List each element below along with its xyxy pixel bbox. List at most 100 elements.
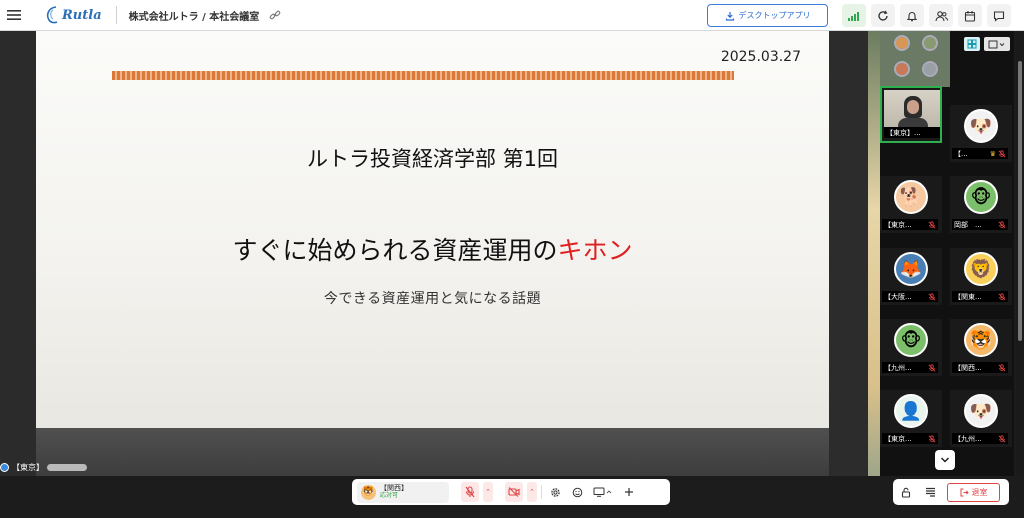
users-icon[interactable] xyxy=(929,4,953,27)
slide-subtitle: 今できる資産運用と気になる話題 xyxy=(323,291,542,307)
meeting-window: Rutla 株式会社ルトラ / 本社会議室 デスクトップアプリ 2025.03.… xyxy=(0,0,1024,518)
participant-tile[interactable]: 🐵 【九州... xyxy=(880,319,942,376)
participant-tile[interactable]: 【東京】... xyxy=(880,86,942,143)
host-crown-icon: ♛ xyxy=(989,149,996,158)
self-view-label: 【東京】 xyxy=(0,462,87,473)
participant-avatar: 👤 xyxy=(894,394,928,428)
office-minimap[interactable] xyxy=(880,31,950,87)
main-stage: 2025.03.27 ルトラ投資経済学部 第1回 すぐに始められる資産運用のキホ… xyxy=(0,31,868,476)
participant-avatar: 🐕 xyxy=(894,180,928,214)
participant-name-bar: 【関西... xyxy=(952,362,1008,373)
lock-icon[interactable] xyxy=(897,482,915,502)
rutla-logo-mark-icon xyxy=(46,6,58,24)
participant-name: 【東京】... xyxy=(886,128,921,137)
list-menu-icon[interactable] xyxy=(921,482,939,502)
desktop-app-button[interactable]: デスクトップアプリ xyxy=(707,4,828,27)
camera-off-icon[interactable] xyxy=(505,482,523,502)
participant-tile[interactable]: 🐶 【九州... xyxy=(950,390,1012,447)
participant-name-bar: 【九州... xyxy=(952,433,1008,444)
participant-tile[interactable]: 🦊 【大阪... xyxy=(880,248,942,305)
self-view-name: 【東京】 xyxy=(12,463,44,472)
link-icon[interactable] xyxy=(269,9,281,21)
chevron-down-icon[interactable] xyxy=(935,450,955,470)
mic-off-icon xyxy=(928,434,936,442)
leave-room-label: 退室 xyxy=(971,487,988,497)
calendar-icon[interactable] xyxy=(958,4,982,27)
my-status: 応対可 xyxy=(380,492,399,499)
rutla-logo: Rutla xyxy=(44,0,102,31)
screen-share-icon[interactable] xyxy=(590,482,616,502)
mic-off-icon xyxy=(998,434,1006,442)
scrollbar-thumb[interactable] xyxy=(1018,61,1022,341)
participant-name: 【東京... xyxy=(884,220,912,229)
participant-name: 【九州... xyxy=(884,363,912,372)
toolbar-icons xyxy=(842,4,1011,27)
grid-view-icon[interactable] xyxy=(964,37,980,51)
participant-name-bar: 岡部 ... xyxy=(952,219,1008,230)
slide-date: 2025.03.27 xyxy=(720,49,801,65)
participant-name: 【関西... xyxy=(954,363,982,372)
self-status-dot xyxy=(0,463,9,472)
bell-icon[interactable] xyxy=(900,4,924,27)
refresh-icon[interactable] xyxy=(871,4,895,27)
slide-headline-main: すぐに始められる資産運用の xyxy=(232,236,558,265)
header-divider xyxy=(115,6,117,24)
participant-tile[interactable]: 🐶 【... ♛ xyxy=(950,105,1012,162)
participant-name: 【関東... xyxy=(954,292,982,301)
mic-off-icon xyxy=(998,149,1006,157)
participant-tile[interactable]: 🐕 【東京... xyxy=(880,176,942,233)
participant-avatar: 🐶 xyxy=(964,109,998,143)
logo-text: Rutla xyxy=(62,7,102,23)
signal-strength-icon[interactable] xyxy=(842,4,866,27)
participant-name-bar: 【... ♛ xyxy=(952,148,1008,159)
participant-name: 【... xyxy=(954,149,968,158)
participant-name-bar: 【九州... xyxy=(882,362,938,373)
mic-options-caret[interactable]: ⌃ xyxy=(483,482,493,502)
minimap-avatar xyxy=(894,61,910,77)
camera-options-caret[interactable]: ⌃ xyxy=(527,482,537,502)
top-bar: Rutla 株式会社ルトラ / 本社会議室 デスクトップアプリ xyxy=(0,0,1024,31)
participant-avatar: 🐶 xyxy=(964,394,998,428)
stage-margin-left xyxy=(0,31,36,476)
mic-off-icon xyxy=(928,363,936,371)
panel-scrollbar[interactable] xyxy=(1016,31,1024,476)
minimap-avatar xyxy=(922,35,938,51)
my-status-card[interactable]: 🐯 【関西】 応対可 xyxy=(357,481,449,503)
minimap-avatar xyxy=(894,35,910,51)
mic-off-icon xyxy=(998,292,1006,300)
my-avatar: 🐯 xyxy=(361,484,376,500)
leave-room-button[interactable]: 退室 xyxy=(947,482,1000,502)
participant-name: 【大阪... xyxy=(884,292,912,301)
participant-avatar: 🐯 xyxy=(964,323,998,357)
control-divider xyxy=(541,485,542,499)
add-plus-icon[interactable] xyxy=(620,482,638,502)
participant-name-bar: 【大阪... xyxy=(882,291,938,302)
settings-gear-icon[interactable] xyxy=(546,482,564,502)
my-name: 【関西】 xyxy=(380,484,408,492)
right-control-bar: 退室 xyxy=(893,479,1009,505)
emoji-reaction-icon[interactable] xyxy=(568,482,586,502)
participant-tile[interactable]: 👤 【東京... xyxy=(880,390,942,447)
chat-icon[interactable] xyxy=(987,4,1011,27)
mic-off-icon xyxy=(998,363,1006,371)
participant-name: 【東京... xyxy=(884,434,912,443)
room-title: 株式会社ルトラ / 本社会議室 xyxy=(128,11,260,23)
participant-name-bar: 【東京】... xyxy=(884,127,940,138)
participant-name: 【九州... xyxy=(954,434,982,443)
menu-icon[interactable] xyxy=(2,0,26,31)
stage-floor xyxy=(36,428,829,476)
participant-tile[interactable]: 🐵 岡部 ... xyxy=(950,176,1012,233)
mic-off-icon xyxy=(928,220,936,228)
participant-name-bar: 【関東... xyxy=(952,291,1008,302)
exit-icon xyxy=(960,488,969,496)
participant-name: 岡部 ... xyxy=(954,220,982,229)
layout-select-icon[interactable] xyxy=(984,37,1010,51)
mic-off-icon xyxy=(998,220,1006,228)
stage-margin-right xyxy=(829,31,868,476)
participant-video xyxy=(884,90,940,130)
participant-avatar: 🦁 xyxy=(964,252,998,286)
participant-tile[interactable]: 🦁 【関東... xyxy=(950,248,1012,305)
mic-off-icon[interactable] xyxy=(461,482,479,502)
slide-title: ルトラ投資経済学部 第1回 xyxy=(306,147,559,171)
participant-tile[interactable]: 🐯 【関西... xyxy=(950,319,1012,376)
